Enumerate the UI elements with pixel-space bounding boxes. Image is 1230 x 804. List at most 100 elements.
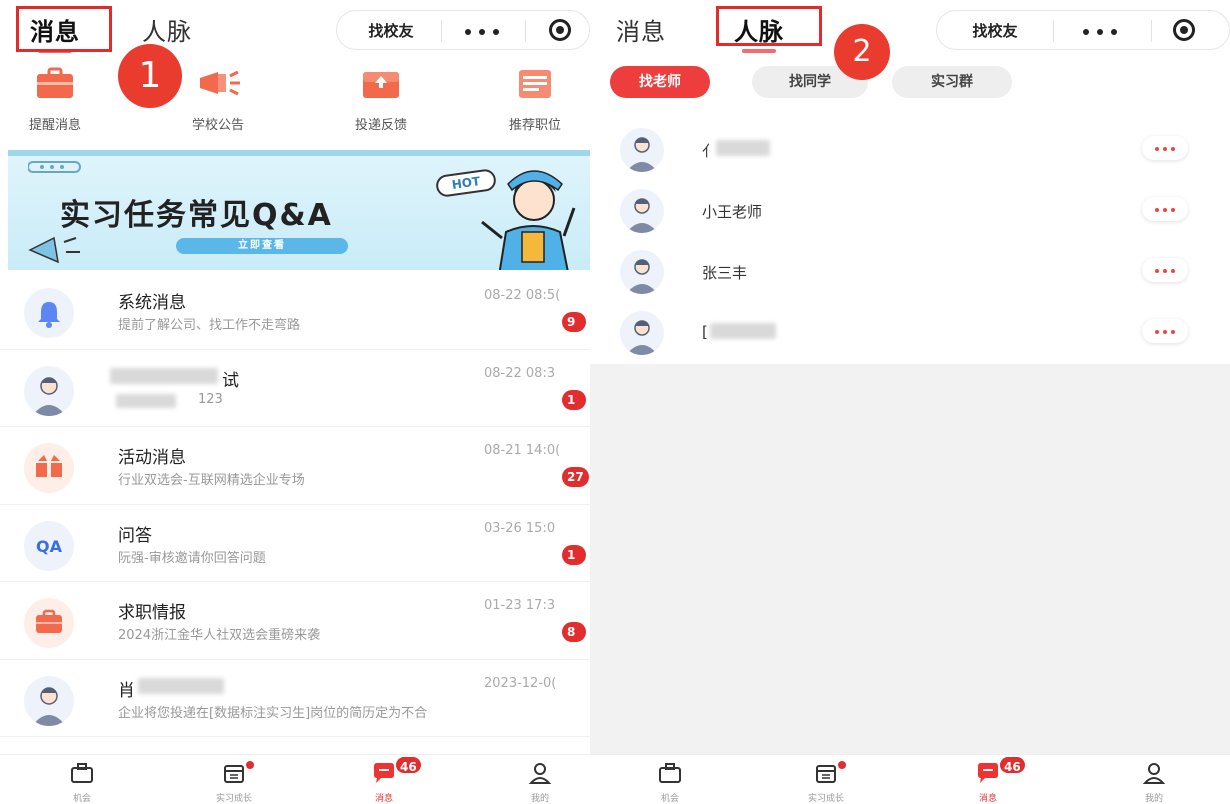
message-row-activity[interactable]: 活动消息 行业双选会-互联网精选企业专场 08-21 14:0( 27 [0, 427, 590, 505]
message-preview: 阮强-审核邀请你回答问题 [118, 550, 266, 566]
close-target-icon[interactable] [1173, 19, 1195, 41]
message-title: 问答 [118, 525, 152, 546]
message-row-system[interactable]: 系统消息 提前了解公司、找工作不走弯路 08-22 08:5( 9 [0, 272, 590, 350]
calendar-icon [813, 761, 839, 785]
shortcut-reminders[interactable]: 提醒消息 [0, 66, 110, 140]
tabbar-label: 实习成长 [215, 794, 252, 804]
tabbar-label: 消息 [978, 794, 997, 804]
qa-banner[interactable]: 实习任务常见Q&A 立即查看 HOT [8, 150, 590, 270]
person-avatar [24, 675, 74, 726]
unread-count-badge: 46 [394, 755, 423, 775]
tabbar-messages[interactable]: 消息 46 [948, 755, 1028, 804]
highlight-box-contacts-tab [716, 6, 822, 46]
redacted-name [716, 140, 770, 156]
more-options-button[interactable] [1142, 319, 1188, 343]
tab-contacts-label: 人脉 [142, 18, 192, 46]
top-bar: 消息 人脉 找校友 [0, 0, 590, 60]
contact-name: [ [702, 323, 708, 341]
more-dots-icon[interactable] [1083, 29, 1119, 35]
tabbar-growth[interactable]: 实习成长 [194, 761, 274, 804]
unread-badge: 1 [562, 544, 586, 565]
right-screen: 消息 人脉 找校友 找老师 找同学 实习群 2 亻 小王老师 张三丰 [机会 … [590, 0, 1230, 804]
redacted-name [110, 367, 218, 384]
message-time: 08-21 14:0( [484, 443, 561, 458]
tab-messages-label: 消息 [616, 18, 666, 46]
message-preview: 123 [198, 391, 223, 407]
unread-badge: 8 [562, 622, 586, 642]
tab-messages[interactable]: 消息 [616, 12, 666, 47]
find-alumni-button[interactable]: 找校友 [345, 11, 437, 51]
tabbar-opportunities[interactable]: 机会 [630, 761, 710, 804]
megaphone-icon [194, 66, 242, 100]
left-screen: 消息 人脉 找校友 1 提醒消息 学校公告 投递反馈 推荐职位 实习任务常见Q&… [0, 0, 590, 804]
shortcut-recommended-jobs[interactable]: 推荐职位 [480, 66, 590, 140]
chip-internship-group[interactable]: 实习群 [892, 66, 1012, 98]
list-icon [511, 66, 559, 100]
banner-title: 实习任务常见Q&A [60, 198, 333, 233]
tabbar-label: 机会 [72, 794, 91, 804]
more-options-button[interactable] [1142, 197, 1188, 221]
person-avatar [24, 365, 74, 416]
contact-row[interactable]: 小王老师 [590, 179, 1230, 240]
redacted-name [138, 677, 224, 694]
chip-find-teacher[interactable]: 找老师 [610, 66, 710, 98]
tab-contacts[interactable]: 人脉 [142, 12, 192, 47]
tabbar-label: 实习成长 [807, 794, 844, 804]
unread-badge: 9 [562, 312, 586, 332]
bottom-tab-bar: 机会 实习成长 消息 46 我的 [0, 754, 590, 804]
tabbar-profile[interactable]: 我的 [1114, 761, 1194, 804]
tabbar-label: 我的 [1144, 794, 1163, 804]
message-row-qa[interactable]: QA 问答 阮强-审核邀请你回答问题 03-26 15:0 1 [0, 505, 590, 582]
tabbar-growth[interactable]: 实习成长 [786, 761, 866, 804]
empty-area [590, 364, 1230, 756]
message-row-job-intel[interactable]: 求职情报 2024浙江金华人社双选会重磅来袭 01-23 17:3 8 [0, 582, 590, 660]
more-options-button[interactable] [1142, 258, 1188, 282]
briefcase-icon [657, 761, 683, 785]
notification-dot [838, 761, 846, 769]
banner-view-button[interactable]: 立即查看 [176, 238, 348, 254]
top-bar: 消息 人脉 找校友 [590, 0, 1230, 60]
message-time: 03-26 15:0 [484, 520, 556, 536]
upload-icon [357, 66, 405, 100]
callout-number-2: 2 [834, 24, 890, 80]
tabbar-messages[interactable]: 消息 46 [344, 755, 424, 804]
redacted-name [710, 323, 776, 339]
contact-filter-chips: 找老师 找同学 实习群 [590, 66, 1230, 100]
unread-count-badge: 46 [998, 755, 1027, 775]
shortcut-delivery-feedback[interactable]: 投递反馈 [326, 66, 436, 140]
find-alumni-button[interactable]: 找校友 [945, 11, 1045, 51]
bottom-tab-bar: 机会 实习成长 消息 46 我的 [590, 754, 1230, 804]
shortcut-label: 推荐职位 [508, 118, 561, 133]
message-title: 求职情报 [118, 603, 186, 623]
bell-icon [24, 288, 74, 338]
message-time: 2023-12-0( [484, 675, 557, 691]
person-avatar [620, 128, 664, 172]
message-title: 肖 [118, 680, 135, 701]
capsule-divider [525, 20, 526, 42]
shortcut-label: 投递反馈 [354, 118, 407, 133]
person-avatar [620, 311, 664, 355]
contact-name: 小王老师 [702, 203, 763, 221]
more-options-button[interactable] [1142, 136, 1188, 160]
message-preview: 行业双选会-互联网精选企业专场 [118, 473, 305, 488]
close-target-icon[interactable] [549, 19, 571, 41]
tabbar-opportunities[interactable]: 机会 [42, 761, 122, 804]
tabbar-label: 消息 [374, 794, 393, 804]
message-row-person[interactable]: 试 123 08-22 08:3 1 [0, 350, 590, 427]
contact-row[interactable]: [ [590, 301, 1230, 362]
message-preview: 企业将您投递在[数据标注实习生]岗位的简历定为不合 [118, 705, 428, 721]
shortcut-school-notice[interactable]: 学校公告 [163, 66, 273, 140]
message-preview: 2024浙江金华人社双选会重磅来袭 [118, 628, 321, 643]
briefcase-icon [24, 598, 74, 648]
contact-row[interactable]: 张三丰 [590, 240, 1230, 301]
gift-icon [24, 443, 74, 493]
more-dots-icon[interactable] [465, 29, 501, 35]
message-preview: 提前了解公司、找工作不走弯路 [118, 318, 301, 333]
message-row-company[interactable]: 肖 企业将您投递在[数据标注实习生]岗位的简历定为不合 2023-12-0( [0, 660, 590, 737]
tabbar-label: 机会 [660, 794, 679, 804]
person-avatar [620, 250, 664, 294]
calendar-icon [221, 761, 247, 785]
contact-row[interactable]: 亻 [590, 118, 1230, 179]
tabbar-profile[interactable]: 我的 [500, 761, 580, 804]
tab-underline [742, 49, 776, 53]
